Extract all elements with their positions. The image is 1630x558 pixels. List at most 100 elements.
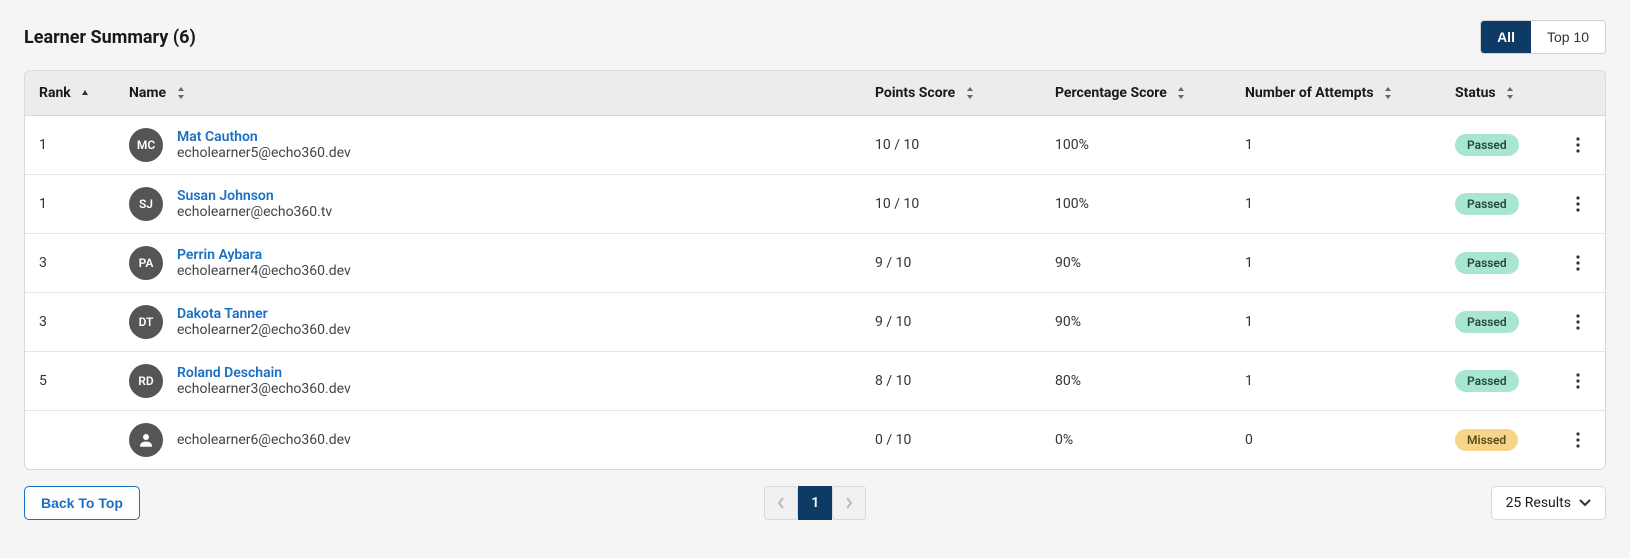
- row-actions-menu-button[interactable]: [1566, 428, 1590, 452]
- col-header-name-label: Name: [129, 85, 166, 101]
- cell-attempts: 1: [1231, 352, 1441, 411]
- learner-name-link[interactable]: Mat Cauthon: [177, 129, 351, 145]
- status-badge: Passed: [1455, 134, 1519, 156]
- summary-table: Rank Name Points Score: [24, 70, 1606, 470]
- panel-title: Learner Summary (6): [24, 27, 196, 48]
- cell-actions: [1551, 411, 1605, 470]
- cell-rank: 3: [25, 234, 115, 293]
- cell-rank: 5: [25, 352, 115, 411]
- row-actions-menu-button[interactable]: [1566, 192, 1590, 216]
- row-actions-menu-button[interactable]: [1566, 369, 1590, 393]
- col-header-actions: [1551, 71, 1605, 116]
- learner-name-link[interactable]: Susan Johnson: [177, 188, 332, 204]
- col-header-percentage[interactable]: Percentage Score: [1041, 71, 1231, 116]
- cell-points: 10 / 10: [861, 175, 1041, 234]
- learner-name-link[interactable]: Roland Deschain: [177, 365, 351, 381]
- avatar: PA: [129, 246, 163, 280]
- pager-next-button[interactable]: [832, 486, 866, 520]
- table-row: 3 PA Perrin Aybaraecholearner4@echo360.dev…: [25, 234, 1605, 293]
- panel-footer: Back To Top 1 25 Results: [24, 486, 1606, 520]
- col-header-points-label: Points Score: [875, 85, 955, 101]
- cell-rank: [25, 411, 115, 470]
- cell-points: 9 / 10: [861, 234, 1041, 293]
- pagination: 1: [764, 486, 866, 520]
- cell-actions: [1551, 234, 1605, 293]
- row-actions-menu-button[interactable]: [1566, 251, 1590, 275]
- table-row: 5RDRoland Deschainecholearner3@echo360.d…: [25, 352, 1605, 411]
- learner-name-link[interactable]: Dakota Tanner: [177, 306, 351, 322]
- cell-actions: [1551, 175, 1605, 234]
- row-actions-menu-button[interactable]: [1566, 310, 1590, 334]
- cell-status: Passed: [1441, 234, 1551, 293]
- results-per-page-label: 25 Results: [1506, 495, 1571, 511]
- tab-top10[interactable]: Top 10: [1531, 21, 1605, 53]
- sort-both-icon: [1176, 86, 1186, 100]
- cell-attempts: 1: [1231, 234, 1441, 293]
- sort-asc-icon: [80, 88, 90, 98]
- panel-header: Learner Summary (6) All Top 10: [24, 20, 1606, 54]
- row-actions-menu-button[interactable]: [1566, 133, 1590, 157]
- learner-summary-panel: Learner Summary (6) All Top 10 Rank Name: [0, 0, 1630, 540]
- sort-both-icon: [965, 86, 975, 100]
- col-header-rank[interactable]: Rank: [25, 71, 115, 116]
- table-row: echolearner6@echo360.dev0 / 100%0Missed: [25, 411, 1605, 470]
- sort-both-icon: [1505, 86, 1515, 100]
- cell-rank: 1: [25, 175, 115, 234]
- cell-actions: [1551, 116, 1605, 175]
- tab-all[interactable]: All: [1481, 21, 1531, 53]
- results-per-page-dropdown[interactable]: 25 Results: [1491, 486, 1606, 520]
- col-header-status-label: Status: [1455, 85, 1496, 101]
- cell-rank: 3: [25, 293, 115, 352]
- avatar: SJ: [129, 187, 163, 221]
- cell-percentage: 90%: [1041, 293, 1231, 352]
- avatar: DT: [129, 305, 163, 339]
- cell-rank: 1: [25, 116, 115, 175]
- col-header-status[interactable]: Status: [1441, 71, 1551, 116]
- back-to-top-button[interactable]: Back To Top: [24, 486, 140, 520]
- cell-status: Passed: [1441, 352, 1551, 411]
- cell-status: Passed: [1441, 116, 1551, 175]
- cell-status: Passed: [1441, 293, 1551, 352]
- avatar: MC: [129, 128, 163, 162]
- learner-email: echolearner2@echo360.dev: [177, 322, 351, 338]
- col-header-rank-label: Rank: [39, 85, 71, 101]
- cell-name: DT Dakota Tannerecholearner2@echo360.dev: [115, 293, 861, 352]
- chevron-left-icon: [776, 497, 786, 509]
- person-icon: [129, 423, 163, 457]
- cell-points: 10 / 10: [861, 116, 1041, 175]
- cell-status: Passed: [1441, 175, 1551, 234]
- status-badge: Passed: [1455, 193, 1519, 215]
- pager-current-page[interactable]: 1: [798, 486, 832, 520]
- cell-name: RDRoland Deschainecholearner3@echo360.de…: [115, 352, 861, 411]
- chevron-right-icon: [844, 497, 854, 509]
- learner-name-link[interactable]: Perrin Aybara: [177, 247, 351, 263]
- status-badge: Missed: [1455, 429, 1518, 451]
- sort-both-icon: [1383, 86, 1393, 100]
- status-badge: Passed: [1455, 370, 1519, 392]
- col-header-attempts[interactable]: Number of Attempts: [1231, 71, 1441, 116]
- cell-attempts: 1: [1231, 293, 1441, 352]
- cell-attempts: 1: [1231, 116, 1441, 175]
- col-header-attempts-label: Number of Attempts: [1245, 85, 1374, 101]
- cell-percentage: 0%: [1041, 411, 1231, 470]
- col-header-name[interactable]: Name: [115, 71, 861, 116]
- cell-percentage: 100%: [1041, 175, 1231, 234]
- learner-email: echolearner5@echo360.dev: [177, 145, 351, 161]
- table-row: 3 DT Dakota Tannerecholearner2@echo360.dev…: [25, 293, 1605, 352]
- sort-both-icon: [176, 86, 186, 100]
- cell-name: MC Mat Cauthonecholearner5@echo360.dev: [115, 116, 861, 175]
- table-row: 1 MC Mat Cauthonecholearner5@echo360.dev 10…: [25, 116, 1605, 175]
- learner-email: echolearner3@echo360.dev: [177, 381, 351, 397]
- col-header-points[interactable]: Points Score: [861, 71, 1041, 116]
- status-badge: Passed: [1455, 252, 1519, 274]
- pager-prev-button[interactable]: [764, 486, 798, 520]
- cell-attempts: 1: [1231, 175, 1441, 234]
- learner-email: echolearner6@echo360.dev: [177, 432, 351, 448]
- cell-points: 0 / 10: [861, 411, 1041, 470]
- learner-email: echolearner4@echo360.dev: [177, 263, 351, 279]
- view-tabs: All Top 10: [1480, 20, 1606, 54]
- status-badge: Passed: [1455, 311, 1519, 333]
- col-header-percentage-label: Percentage Score: [1055, 85, 1167, 101]
- cell-actions: [1551, 293, 1605, 352]
- cell-name: PA Perrin Aybaraecholearner4@echo360.dev: [115, 234, 861, 293]
